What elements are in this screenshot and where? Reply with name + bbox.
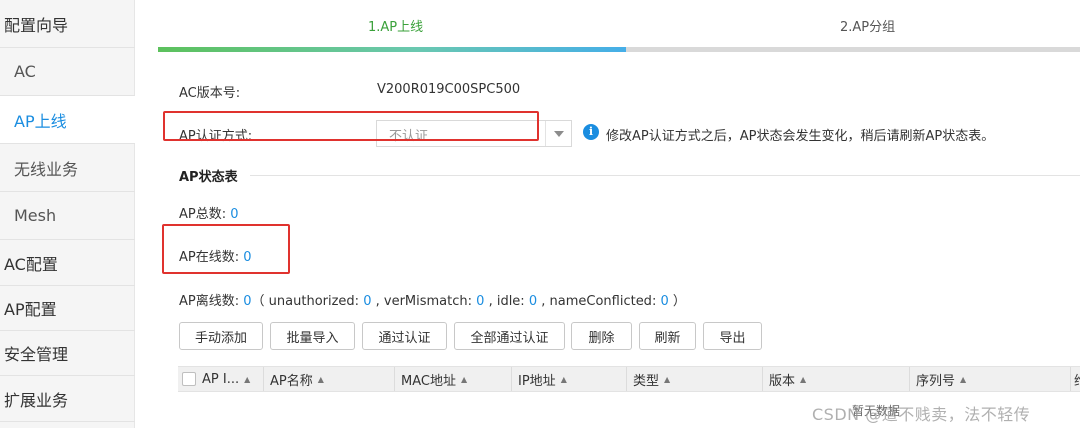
ap-auth-mode-select[interactable]: 不认证 xyxy=(376,120,572,147)
ac-version-label: AC版本号: xyxy=(179,86,241,101)
sidebar-item-ap-online[interactable]: AP上线 xyxy=(0,96,135,144)
sidebar-item-extended-service[interactable]: 扩展业务 xyxy=(0,376,135,422)
sort-up-icon[interactable]: ▲ xyxy=(318,375,324,384)
select-all-checkbox[interactable] xyxy=(182,372,196,386)
sort-up-icon[interactable]: ▲ xyxy=(800,375,806,384)
sort-up-icon[interactable]: ▲ xyxy=(960,375,966,384)
wizard-step-ap-group[interactable]: 2.AP分组 xyxy=(840,16,895,35)
sidebar: 配置向导 AC AP上线 无线业务 Mesh AC配置 AP配置 安全管理 扩展… xyxy=(0,0,135,428)
chevron-down-icon xyxy=(553,130,564,137)
offline-idle-label: , idle: xyxy=(484,294,529,309)
column-ap-name[interactable]: AP名称 ▲ xyxy=(264,367,395,391)
column-ap-id-label: AP I... xyxy=(202,371,240,387)
column-version-label: 版本 xyxy=(769,373,796,389)
sort-up-icon[interactable]: ▲ xyxy=(664,375,670,384)
column-version[interactable]: 版本 ▲ xyxy=(763,367,910,391)
sort-up-icon[interactable]: ▲ xyxy=(561,375,567,384)
sidebar-item-wireless-service[interactable]: 无线业务 xyxy=(0,144,135,192)
ap-status-table-title: AP状态表 xyxy=(179,170,238,185)
approve-auth-button[interactable]: 通过认证 xyxy=(362,322,447,350)
sidebar-item-mesh[interactable]: Mesh xyxy=(0,192,135,240)
sidebar-item-ac-config[interactable]: AC配置 xyxy=(0,240,135,286)
column-ap-name-label: AP名称 xyxy=(270,373,313,389)
ap-total-value[interactable]: 0 xyxy=(230,207,238,222)
export-button[interactable]: 导出 xyxy=(703,322,762,350)
column-ip-address-label: IP地址 xyxy=(518,373,556,389)
ap-online-label: AP在线数: xyxy=(179,250,240,265)
sort-up-icon[interactable]: ▲ xyxy=(461,375,467,384)
column-mac-address-label: MAC地址 xyxy=(401,373,456,389)
dropdown-toggle[interactable] xyxy=(545,121,571,146)
column-type-label: 类型 xyxy=(633,373,660,389)
ap-online-value[interactable]: 0 xyxy=(243,250,251,265)
ap-auth-mode-value: 不认证 xyxy=(389,129,429,144)
offline-nameconflicted-label: , nameConflicted: xyxy=(537,294,661,309)
sidebar-item-security[interactable]: 安全管理 xyxy=(0,331,135,376)
wizard-step-ap-online[interactable]: 1.AP上线 xyxy=(368,16,423,35)
ap-offline-value[interactable]: 0 xyxy=(243,294,251,309)
batch-import-button[interactable]: 批量导入 xyxy=(270,322,355,350)
sidebar-item-config-wizard[interactable]: 配置向导 xyxy=(0,0,135,48)
column-serial-number[interactable]: 序列号 ▲ xyxy=(910,367,1071,391)
column-maintenance[interactable]: 维 xyxy=(1071,367,1080,391)
section-divider xyxy=(250,175,1080,176)
info-icon: i xyxy=(583,124,599,140)
sidebar-item-ap-config[interactable]: AP配置 xyxy=(0,286,135,331)
manual-add-button[interactable]: 手动添加 xyxy=(179,322,263,350)
offline-nameconflicted-value[interactable]: 0 xyxy=(660,294,668,309)
ap-table-header: AP I... ▲ AP名称 ▲ MAC地址 ▲ IP地址 ▲ 类型 ▲ 版本 ▲ 序列号 ▲… xyxy=(178,366,1080,392)
watermark: CSDN @道不贱卖，法不轻传 xyxy=(812,405,1031,424)
ap-online-row: AP在线数: 0 xyxy=(179,246,252,265)
sidebar-item-ac[interactable]: AC xyxy=(0,48,135,96)
ap-auth-mode-label: AP认证方式: xyxy=(179,129,253,144)
delete-button[interactable]: 删除 xyxy=(571,322,632,350)
column-serial-number-label: 序列号 xyxy=(916,373,956,389)
approve-all-button[interactable]: 全部通过认证 xyxy=(454,322,565,350)
ap-offline-label: AP离线数: xyxy=(179,294,240,309)
refresh-button[interactable]: 刷新 xyxy=(639,322,696,350)
offline-unauthorized-label: （ unauthorized: xyxy=(251,294,364,309)
sort-up-icon[interactable]: ▲ xyxy=(244,375,250,384)
ap-total-label: AP总数: xyxy=(179,207,227,222)
column-mac-address[interactable]: MAC地址 ▲ xyxy=(395,367,512,391)
wizard-progress-bar xyxy=(158,47,1080,52)
offline-vermismatch-label: , verMismatch: xyxy=(371,294,477,309)
column-ip-address[interactable]: IP地址 ▲ xyxy=(512,367,627,391)
column-type[interactable]: 类型 ▲ xyxy=(627,367,763,391)
offline-close-paren: ） xyxy=(668,294,686,309)
ap-total-row: AP总数: 0 xyxy=(179,203,239,222)
offline-idle-value[interactable]: 0 xyxy=(529,294,537,309)
auth-hint-text: 修改AP认证方式之后，AP状态会发生变化，稍后请刷新AP状态表。 xyxy=(606,129,995,144)
ap-offline-row: AP离线数: 0（ unauthorized: 0 , verMismatch:… xyxy=(179,290,686,309)
column-maintenance-label: 维 xyxy=(1074,370,1080,389)
ac-version-value: V200R019C00SPC500 xyxy=(377,82,521,97)
column-ap-id[interactable]: AP I... ▲ xyxy=(178,367,264,391)
wizard-progress-fill xyxy=(158,47,627,52)
